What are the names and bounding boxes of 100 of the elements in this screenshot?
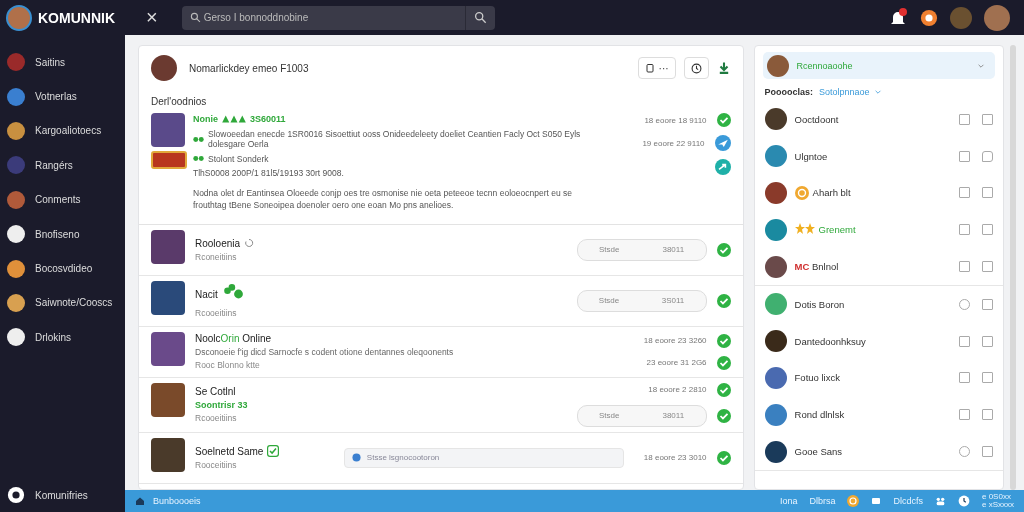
share-button[interactable]: ··· [637,57,676,79]
search-button[interactable] [464,5,495,30]
avatar [7,293,25,312]
timestamp: 18 eoore 18 9110 [644,115,707,125]
close-button[interactable]: × [138,6,166,29]
contact-name: Ulgntoe [794,150,828,162]
checkbox[interactable] [982,409,994,421]
status-note: e xSxxxx [982,501,1014,510]
pill-label: Stsde [599,411,620,421]
contact-item[interactable]: Ulgntoe [754,137,1004,175]
avatar [764,108,787,131]
checkbox[interactable] [982,372,994,384]
sidebar-item[interactable]: Saiwnote/Cooscs [0,285,125,321]
avatar [7,121,25,140]
coin-icon[interactable] [847,495,860,507]
people-icon[interactable] [935,495,946,507]
checkbox[interactable] [982,224,994,236]
logo-avatar [6,4,32,31]
sidebar-item[interactable]: Kargoaliotoecs [0,113,125,149]
clock-icon[interactable] [958,495,970,507]
checkbox[interactable] [982,261,994,273]
checkbox[interactable] [959,372,971,384]
clock-icon [690,62,702,74]
contact-name: Rond dlnlsk [794,409,845,421]
contact-item[interactable]: MC Bnlnol [754,248,1004,285]
game-thumbnail [151,382,185,417]
sidebar-item[interactable]: Conments [0,182,125,217]
avatar [764,366,787,389]
feed-title: Nomarlickdey emeo F1003 [189,62,309,74]
home-icon [135,496,145,506]
checkbox[interactable] [982,187,994,199]
player-subtitle: Rooc Blonno ktte [195,360,261,371]
contact-item[interactable]: Gooe Sans [754,433,1004,470]
player-tag: Soontrisr 33 [195,400,567,411]
game-thumbnail [151,229,185,264]
clock-button[interactable] [683,57,709,79]
checkbox[interactable] [982,335,994,347]
logo: KOMUNNIK [38,9,116,26]
checkbox[interactable] [959,409,971,421]
game-thumbnail [151,331,185,366]
user-avatar[interactable] [984,4,1010,31]
scrollbar[interactable] [1010,45,1016,490]
contact-name: MC Bnlnol [794,261,839,273]
checkbox[interactable] [982,298,994,310]
sidebar-item[interactable]: Saitins [0,45,125,80]
contact-item[interactable]: Rond dlnlsk [754,396,1004,434]
contact-name: Grenemt [818,224,856,236]
checkbox[interactable] [982,113,994,125]
contact-item[interactable]: Ooctdoont [754,101,1004,138]
avatar [764,403,787,426]
timestamp: 18 eoore 23 3260 [643,336,707,346]
globe-icon [351,453,361,463]
search-field[interactable]: Gerso I bonnoddnobine [181,5,465,30]
player-name: Rooloenia [195,237,241,249]
checkbox[interactable] [959,335,971,347]
status-note: e 0S0xx [982,492,1012,501]
section-title: Derl'oodnios [150,95,208,109]
sidebar-item[interactable]: Bnofiseno [0,216,125,252]
checkbox[interactable] [959,298,971,310]
timestamp: 18 eoore 23 3010 [643,453,707,463]
player-subtitle: Rooceitiins [195,460,238,471]
player-name: NoolcOrin Online [195,333,272,345]
contact-name: Dantedoonhksuy [794,335,866,347]
card-icon [871,496,882,506]
contact-item[interactable]: Dantedoonhksuy [754,322,1004,360]
checkbox[interactable] [959,446,971,458]
avatar [764,182,787,204]
contact-item[interactable]: Aharh blt [754,174,1004,212]
communities-button[interactable]: Komunifries [0,478,125,512]
contact-name: Dotis Boron [794,298,845,310]
chat-toggle[interactable] [982,150,994,162]
pill-label: Stsde [598,296,620,306]
avatar [764,218,787,241]
contact-item[interactable]: Fotuo lixck [754,359,1004,397]
checkbox[interactable] [982,446,994,458]
logo-banner [151,151,187,169]
chevron-icon [873,88,882,96]
player-name: Se Cotlnl [195,386,236,398]
player-name: Nacit [195,288,218,300]
user-avatar[interactable] [950,6,972,29]
sidebar-item[interactable]: Rangérs [0,148,125,183]
post-meta: TlhS0008 200P/1 81l5/19193 30rt 9008. [193,168,345,178]
sidebar-item[interactable]: Votnerlas [0,79,125,114]
checkbox[interactable] [959,261,971,273]
timestamp: 23 eoore 31 2G6 [646,358,707,368]
status-field[interactable]: Stsse lsgnocootoron [343,447,624,468]
avatar [764,330,787,353]
player-subtitle: Rcooeitiins [195,308,238,319]
checkbox[interactable] [959,187,971,199]
checkbox[interactable] [959,224,971,236]
player-subtitle: Rcooeitiins [195,413,238,424]
contact-item[interactable]: Dotis Boron [754,286,1004,323]
checkbox[interactable] [959,150,971,162]
pill-value: 38011 [662,245,685,255]
sidebar-item[interactable]: Drlokins [0,320,125,355]
status-icon[interactable] [920,8,938,27]
search-icon [189,11,201,23]
checkbox[interactable] [959,113,971,125]
avatar [7,259,25,278]
sidebar-item[interactable]: Bocosvdideo [0,251,125,286]
